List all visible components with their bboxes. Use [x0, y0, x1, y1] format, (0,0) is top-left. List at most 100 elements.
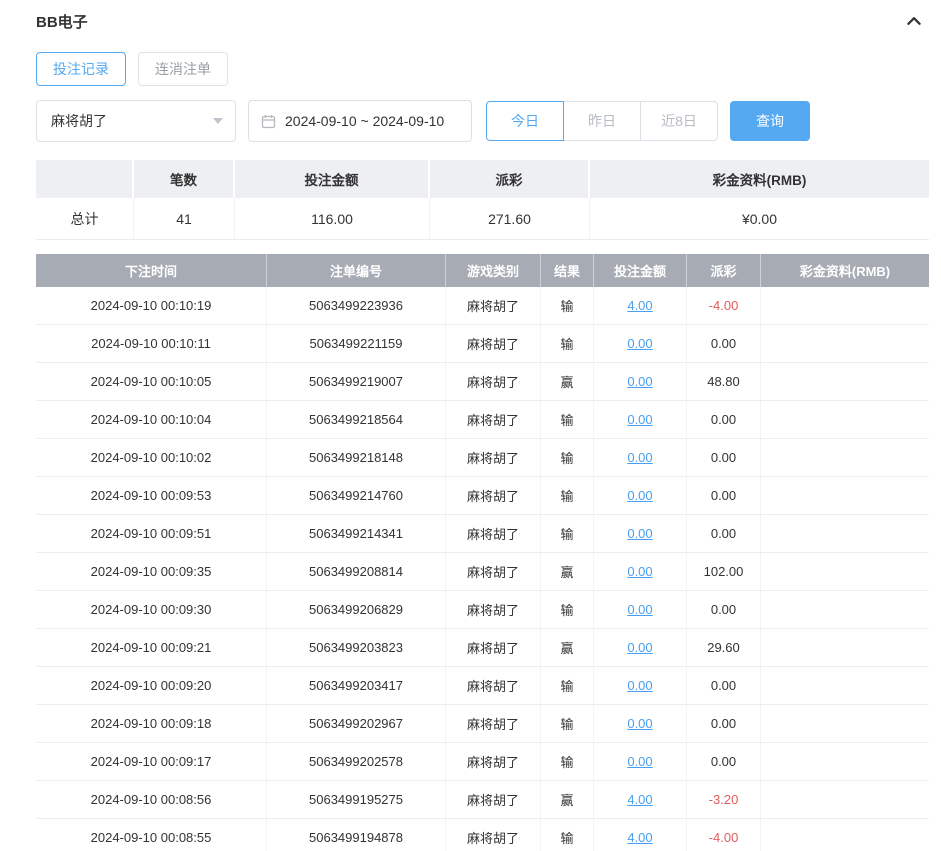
- result-cell: 输: [541, 287, 594, 325]
- game-type-cell: 麻将胡了: [446, 591, 541, 629]
- bonus-cell: [761, 401, 929, 439]
- payout-cell: 0.00: [687, 515, 761, 553]
- bet-amount-link[interactable]: 4.00: [627, 792, 652, 807]
- game-type-cell: 麻将胡了: [446, 819, 541, 851]
- bet-amount-link[interactable]: 0.00: [627, 374, 652, 389]
- bet-amount-cell: 0.00: [594, 477, 687, 515]
- order-id-cell: 5063499202967: [267, 705, 446, 743]
- header-bet-time: 下注时间: [36, 254, 267, 287]
- game-type-cell: 麻将胡了: [446, 705, 541, 743]
- bet-amount-link[interactable]: 0.00: [627, 450, 652, 465]
- header-result: 结果: [541, 254, 594, 287]
- search-button[interactable]: 查询: [730, 101, 810, 141]
- table-row: 2024-09-10 00:09:35 5063499208814 麻将胡了 赢…: [36, 553, 929, 591]
- result-cell: 赢: [541, 629, 594, 667]
- bonus-cell: [761, 629, 929, 667]
- bet-amount-link[interactable]: 0.00: [627, 336, 652, 351]
- date-range-input[interactable]: 2024-09-10 ~ 2024-09-10: [248, 100, 472, 142]
- payout-cell: 0.00: [687, 667, 761, 705]
- bet-time-cell: 2024-09-10 00:09:30: [36, 591, 267, 629]
- table-row: 2024-09-10 00:10:05 5063499219007 麻将胡了 赢…: [36, 363, 929, 401]
- bet-time-cell: 2024-09-10 00:09:51: [36, 515, 267, 553]
- result-cell: 输: [541, 477, 594, 515]
- payout-cell: 48.80: [687, 363, 761, 401]
- order-id-cell: 5063499203417: [267, 667, 446, 705]
- summary-bonus: ¥0.00: [590, 198, 929, 240]
- summary-header-count: 笔数: [134, 160, 235, 198]
- bet-amount-link[interactable]: 0.00: [627, 564, 652, 579]
- table-row: 2024-09-10 00:10:19 5063499223936 麻将胡了 输…: [36, 287, 929, 325]
- payout-cell: 0.00: [687, 591, 761, 629]
- result-cell: 赢: [541, 363, 594, 401]
- payout-cell: 29.60: [687, 629, 761, 667]
- summary-header-bet-amount: 投注金额: [235, 160, 430, 198]
- table-row: 2024-09-10 00:09:18 5063499202967 麻将胡了 输…: [36, 705, 929, 743]
- bet-amount-cell: 0.00: [594, 401, 687, 439]
- result-cell: 输: [541, 325, 594, 363]
- bonus-cell: [761, 363, 929, 401]
- bonus-cell: [761, 819, 929, 851]
- order-id-cell: 5063499194878: [267, 819, 446, 851]
- table-body: 2024-09-10 00:10:19 5063499223936 麻将胡了 输…: [36, 287, 929, 851]
- page-title: BB电子: [36, 11, 88, 32]
- payout-cell: -4.00: [687, 819, 761, 851]
- summary-header-payout: 派彩: [430, 160, 590, 198]
- bet-amount-link[interactable]: 0.00: [627, 412, 652, 427]
- calendar-icon: [261, 114, 276, 129]
- records-table: 下注时间 注单编号 游戏类别 结果 投注金额 派彩 彩金资料(RMB) 2024…: [36, 254, 929, 851]
- summary-header-empty: [36, 160, 134, 198]
- game-type-cell: 麻将胡了: [446, 363, 541, 401]
- summary-table: 笔数 投注金额 派彩 彩金资料(RMB) 总计 41 116.00 271.60…: [36, 160, 929, 240]
- bet-amount-cell: 0.00: [594, 629, 687, 667]
- payout-cell: 0.00: [687, 401, 761, 439]
- bet-amount-cell: 0.00: [594, 515, 687, 553]
- bet-amount-cell: 4.00: [594, 781, 687, 819]
- quick-yesterday-button[interactable]: 昨日: [563, 101, 641, 141]
- game-type-cell: 麻将胡了: [446, 629, 541, 667]
- summary-header: 笔数 投注金额 派彩 彩金资料(RMB): [36, 160, 929, 198]
- bet-amount-cell: 0.00: [594, 743, 687, 781]
- bet-amount-cell: 0.00: [594, 325, 687, 363]
- payout-cell: 0.00: [687, 325, 761, 363]
- quick-today-button[interactable]: 今日: [486, 101, 564, 141]
- chevron-down-icon: [213, 118, 223, 124]
- bonus-cell: [761, 591, 929, 629]
- header-payout: 派彩: [687, 254, 761, 287]
- payout-cell: -4.00: [687, 287, 761, 325]
- game-type-cell: 麻将胡了: [446, 781, 541, 819]
- table-row: 2024-09-10 00:10:04 5063499218564 麻将胡了 输…: [36, 401, 929, 439]
- result-cell: 输: [541, 743, 594, 781]
- game-type-cell: 麻将胡了: [446, 325, 541, 363]
- game-select[interactable]: 麻将胡了: [36, 100, 236, 142]
- game-select-value: 麻将胡了: [51, 111, 107, 131]
- bet-amount-link[interactable]: 0.00: [627, 602, 652, 617]
- payout-cell: 0.00: [687, 439, 761, 477]
- bet-amount-link[interactable]: 0.00: [627, 754, 652, 769]
- result-cell: 赢: [541, 781, 594, 819]
- tab-bar: 投注记录 连消注单: [36, 52, 941, 86]
- bonus-cell: [761, 287, 929, 325]
- tab-bet-records[interactable]: 投注记录: [36, 52, 126, 86]
- result-cell: 输: [541, 819, 594, 851]
- bet-amount-link[interactable]: 0.00: [627, 526, 652, 541]
- payout-cell: -3.20: [687, 781, 761, 819]
- game-type-cell: 麻将胡了: [446, 477, 541, 515]
- bet-amount-link[interactable]: 0.00: [627, 678, 652, 693]
- result-cell: 赢: [541, 553, 594, 591]
- bet-amount-link[interactable]: 4.00: [627, 298, 652, 313]
- header-game-type: 游戏类别: [446, 254, 541, 287]
- order-id-cell: 5063499219007: [267, 363, 446, 401]
- panel-header: BB电子: [0, 0, 941, 32]
- tab-cancelled-orders[interactable]: 连消注单: [138, 52, 228, 86]
- summary-count: 41: [134, 198, 235, 240]
- bet-amount-link[interactable]: 4.00: [627, 830, 652, 845]
- bet-amount-link[interactable]: 0.00: [627, 488, 652, 503]
- game-type-cell: 麻将胡了: [446, 401, 541, 439]
- bet-amount-link[interactable]: 0.00: [627, 716, 652, 731]
- collapse-button[interactable]: [903, 10, 925, 32]
- quick-last8days-button[interactable]: 近8日: [640, 101, 718, 141]
- betting-records-panel: BB电子 投注记录 连消注单 麻将胡了 2024-09-10 ~ 2024-09…: [0, 0, 941, 851]
- bet-time-cell: 2024-09-10 00:09:20: [36, 667, 267, 705]
- bet-time-cell: 2024-09-10 00:09:17: [36, 743, 267, 781]
- bet-amount-link[interactable]: 0.00: [627, 640, 652, 655]
